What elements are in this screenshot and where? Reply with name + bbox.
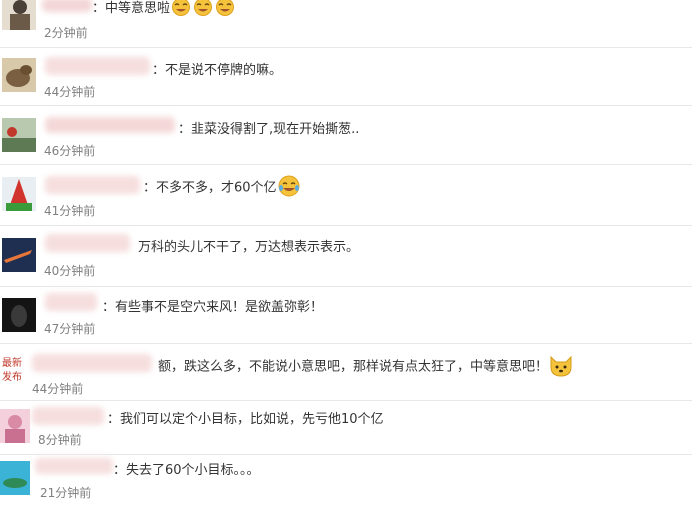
redacted-username: [42, 0, 92, 12]
avatar[interactable]: 最新 发布: [0, 352, 28, 386]
comment-text: ：不是说不停牌的嘛。: [152, 63, 283, 78]
redacted-username: [45, 57, 150, 75]
comment-feed: ：中等意思啦 2分钟前 ：不是说不停牌的嘛。 44分钟前 ：韭菜没得割了,现在开…: [0, 0, 692, 505]
comment-text-content: ：不多不多，才60个亿: [143, 180, 277, 196]
comment-item: ：中等意思啦 2分钟前: [0, 0, 692, 47]
laughing-emoji-icon: [214, 0, 236, 20]
comment-text: ：中等意思啦: [92, 0, 236, 20]
comment-item: ：韭菜没得割了,现在开始撕葱.. 46分钟前: [0, 106, 692, 164]
avatar[interactable]: [2, 298, 36, 332]
comment-time: 46分钟前: [44, 144, 96, 158]
comment-text: ：有些事不是空穴来风！是欲盖弥彰！: [102, 300, 324, 315]
avatar[interactable]: [2, 177, 36, 211]
comment-text: 额，跌这么多，不能说小意思吧，那样说有点太狂了，中等意思吧！: [158, 353, 574, 381]
laughing-emoji-icon: [192, 0, 214, 20]
comment-item: 最新 发布 额，跌这么多，不能说小意思吧，那样说有点太狂了，中等意思吧！ 44分钟…: [0, 344, 692, 400]
comment-text: 万科的头儿不干了，万达想表示表示。: [138, 240, 360, 255]
comment-item: ：我们可以定个小目标，比如说，先亏他10个亿 8分钟前: [0, 401, 692, 454]
avatar[interactable]: [0, 409, 30, 443]
comment-text: ：我们可以定个小目标，比如说，先亏他10个亿: [107, 412, 384, 427]
redacted-username: [45, 293, 97, 311]
redacted-username: [35, 458, 113, 474]
comment-item: ：不多不多，才60个亿 41分钟前: [0, 165, 692, 225]
tears-of-joy-emoji-icon: [277, 175, 301, 201]
comment-time: 40分钟前: [44, 264, 96, 278]
comment-time: 21分钟前: [40, 486, 92, 500]
comment-item: 万科的头儿不干了，万达想表示表示。 40分钟前: [0, 226, 692, 286]
avatar[interactable]: [2, 0, 36, 30]
comment-time: 44分钟前: [44, 85, 96, 99]
comment-text: ：不多不多，才60个亿: [143, 175, 301, 201]
comment-item: ：有些事不是空穴来风！是欲盖弥彰！ 47分钟前: [0, 287, 692, 343]
comment-text: ：韭菜没得割了,现在开始撕葱..: [178, 122, 360, 137]
comment-text-content: 额，跌这么多，不能说小意思吧，那样说有点太狂了，中等意思吧！: [158, 359, 549, 375]
comment-time: 47分钟前: [44, 322, 96, 336]
svg-text:发布: 发布: [2, 370, 22, 383]
comment-item: ：不是说不停牌的嘛。 44分钟前: [0, 48, 692, 105]
comment-time: 8分钟前: [38, 433, 82, 447]
comment-text: ：失去了60个小目标。。。: [113, 463, 260, 478]
redacted-username: [32, 407, 104, 425]
avatar[interactable]: [2, 238, 36, 272]
redacted-username: [45, 234, 130, 252]
svg-text:最新: 最新: [2, 356, 22, 369]
comment-text-content: ：中等意思啦: [92, 1, 171, 16]
avatar[interactable]: [2, 58, 36, 92]
comment-time: 41分钟前: [44, 204, 96, 218]
laughing-emoji-icon: [170, 0, 192, 20]
avatar[interactable]: [2, 118, 36, 152]
comment-item: ：失去了60个小目标。。。 21分钟前: [0, 455, 692, 505]
comment-time: 44分钟前: [32, 382, 84, 396]
redacted-username: [45, 117, 175, 133]
dog-face-emoji-icon: [548, 353, 574, 381]
avatar[interactable]: [0, 461, 30, 495]
redacted-username: [45, 176, 140, 194]
comment-time: 2分钟前: [44, 26, 88, 40]
redacted-username: [32, 354, 152, 372]
